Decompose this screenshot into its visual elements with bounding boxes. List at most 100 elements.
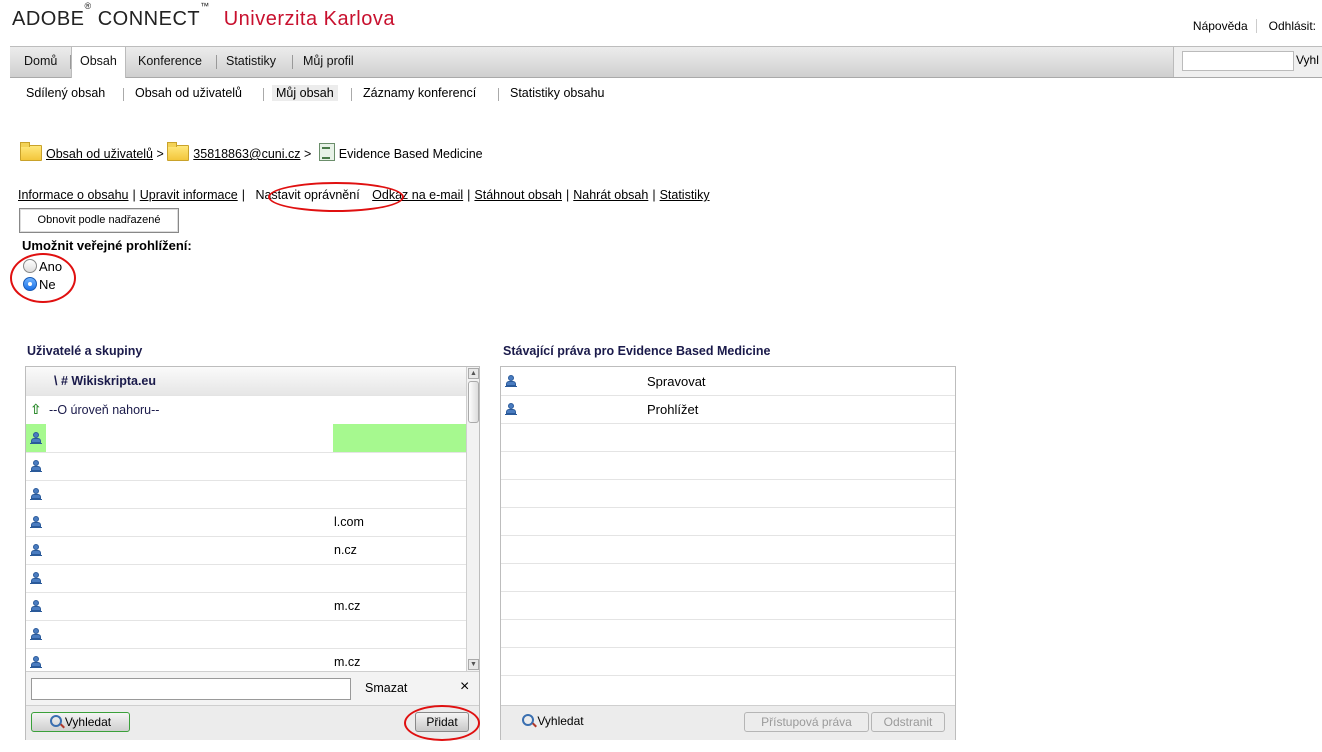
user-row[interactable]: m.cz xyxy=(26,592,466,621)
user-icon xyxy=(30,656,42,668)
user-row[interactable] xyxy=(26,564,466,593)
user-row-label: l.com xyxy=(334,515,364,529)
logout-link[interactable]: Odhlásit: xyxy=(1269,19,1316,33)
search-icon xyxy=(49,715,62,727)
users-list-scrollbar[interactable]: ▲ ▼ xyxy=(466,367,479,671)
empty-row xyxy=(501,423,955,452)
user-row[interactable] xyxy=(26,620,466,649)
access-rights-button[interactable]: Přístupová práva xyxy=(744,712,869,732)
user-row[interactable] xyxy=(26,480,466,509)
clear-filter-button[interactable]: Smazat xyxy=(365,681,407,695)
user-row-label: m.cz xyxy=(334,599,361,613)
up-level-row[interactable]: ⇧ --O úroveň nahoru-- xyxy=(26,396,466,425)
tab-content[interactable]: Obsah xyxy=(71,47,126,78)
rights-footer: Vyhledat Přístupová práva Odstranit xyxy=(501,705,955,740)
rights-row-permission: Prohlížet xyxy=(647,402,699,417)
scroll-up-arrow-icon[interactable]: ▲ xyxy=(468,368,479,379)
search-rights-label: Vyhledat xyxy=(537,714,584,728)
subnav-user-content[interactable]: Obsah od uživatelů xyxy=(131,85,246,101)
subnav-meeting-recordings[interactable]: Záznamy konferencí xyxy=(359,85,480,101)
search-rights-button[interactable]: Vyhledat xyxy=(517,712,589,730)
action-edit-info[interactable]: Upravit informace xyxy=(140,188,238,202)
empty-row xyxy=(501,451,955,480)
nav-search-input[interactable] xyxy=(1182,51,1294,71)
action-upload-content[interactable]: Nahrát obsah xyxy=(573,188,648,202)
add-button[interactable]: Přidat xyxy=(415,712,469,732)
user-row[interactable]: l.com xyxy=(26,508,466,537)
user-row[interactable]: m.cz xyxy=(26,648,466,670)
search-icon xyxy=(522,714,535,726)
subnav-shared-content[interactable]: Sdílený obsah xyxy=(22,85,109,101)
action-reports[interactable]: Statistiky xyxy=(660,188,710,202)
users-list-header-label: \ # Wikiskripta.eu xyxy=(54,374,157,388)
tab-separator xyxy=(292,55,293,69)
action-set-permissions[interactable]: Nastavit oprávnění xyxy=(252,187,362,203)
user-icon xyxy=(30,488,42,500)
rights-row[interactable]: Spravovat xyxy=(501,367,955,396)
action-content-info[interactable]: Informace o obsahu xyxy=(18,188,129,202)
radio-no[interactable] xyxy=(23,277,37,291)
user-row[interactable] xyxy=(26,424,466,453)
tab-meetings[interactable]: Konference xyxy=(130,47,210,77)
empty-row xyxy=(501,563,955,592)
radio-yes[interactable] xyxy=(23,259,37,273)
user-icon xyxy=(30,432,42,444)
content-actions: Informace o obsahu | Upravit informace | Na… xyxy=(18,188,710,202)
tab-reports[interactable]: Statistiky xyxy=(218,47,284,77)
user-icon xyxy=(30,544,42,556)
filter-input[interactable] xyxy=(31,678,351,700)
subnav-content-reports[interactable]: Statistiky obsahu xyxy=(506,85,609,101)
user-row[interactable]: n.cz xyxy=(26,536,466,565)
help-link[interactable]: Nápověda xyxy=(1192,19,1257,33)
restore-from-parent-button[interactable]: Obnovit podle nadřazené xyxy=(19,208,179,233)
user-icon xyxy=(30,460,42,472)
users-footer: Vyhledat Přidat xyxy=(26,705,479,740)
subnav-separator xyxy=(498,88,499,101)
user-icon xyxy=(505,375,517,387)
rights-panel: Spravovat Prohlížet Vyhledat Přístupová … xyxy=(500,366,956,740)
tab-my-profile[interactable]: Můj profil xyxy=(295,47,362,77)
rights-row-permission: Spravovat xyxy=(647,374,706,389)
empty-row xyxy=(501,507,955,536)
empty-row xyxy=(501,591,955,620)
radio-yes-label: Ano xyxy=(39,259,63,274)
public-view-title: Umožnit veřejné prohlížení: xyxy=(22,238,192,253)
brand-name: ADOBE xyxy=(12,8,85,30)
user-icon xyxy=(30,600,42,612)
tab-home[interactable]: Domů xyxy=(16,47,65,77)
up-level-label: --O úroveň nahoru-- xyxy=(49,403,160,417)
brand-name-connect: CONNECT xyxy=(97,8,201,30)
breadcrumb-user-content[interactable]: Obsah od uživatelů xyxy=(46,147,153,161)
user-row[interactable] xyxy=(26,452,466,481)
university-name: Univerzita Karlova xyxy=(223,8,395,30)
remove-button[interactable]: Odstranit xyxy=(871,712,945,732)
users-panel: \ # Wikiskripta.eu ⇧ --O úroveň nahoru--… xyxy=(25,366,480,740)
radio-yes-row[interactable]: Ano xyxy=(23,259,62,274)
breadcrumb-user-folder[interactable]: 35818863@cuni.cz xyxy=(193,147,300,161)
action-email-link[interactable]: Odkaz na e-mail xyxy=(372,188,463,202)
users-list-header[interactable]: \ # Wikiskripta.eu xyxy=(26,367,466,396)
trademark-mark: ™ xyxy=(200,1,210,12)
subnav-separator xyxy=(123,88,124,101)
search-users-button[interactable]: Vyhledat xyxy=(31,712,130,732)
subnav-separator xyxy=(263,88,264,101)
up-arrow-icon: ⇧ xyxy=(30,401,42,417)
rights-row[interactable]: Prohlížet xyxy=(501,395,955,424)
empty-row xyxy=(501,479,955,508)
subnav-my-content[interactable]: Můj obsah xyxy=(272,85,338,101)
scroll-thumb[interactable] xyxy=(468,381,479,423)
user-icon xyxy=(30,572,42,584)
action-download-content[interactable]: Stáhnout obsah xyxy=(474,188,562,202)
close-icon[interactable]: × xyxy=(460,678,469,696)
breadcrumb-separator: > xyxy=(156,147,164,161)
scroll-down-arrow-icon[interactable]: ▼ xyxy=(468,659,479,670)
rights-panel-title: Stávající práva pro Evidence Based Medic… xyxy=(503,344,771,358)
search-users-label: Vyhledat xyxy=(64,715,112,729)
radio-no-row[interactable]: Ne xyxy=(23,277,56,292)
nav-search-button[interactable]: Vyhl xyxy=(1296,53,1319,67)
user-icon xyxy=(505,403,517,415)
users-panel-title: Uživatelé a skupiny xyxy=(27,344,143,358)
subnav-separator xyxy=(351,88,352,101)
registered-mark: ® xyxy=(84,1,92,12)
nav-search: Vyhl xyxy=(1173,47,1322,77)
